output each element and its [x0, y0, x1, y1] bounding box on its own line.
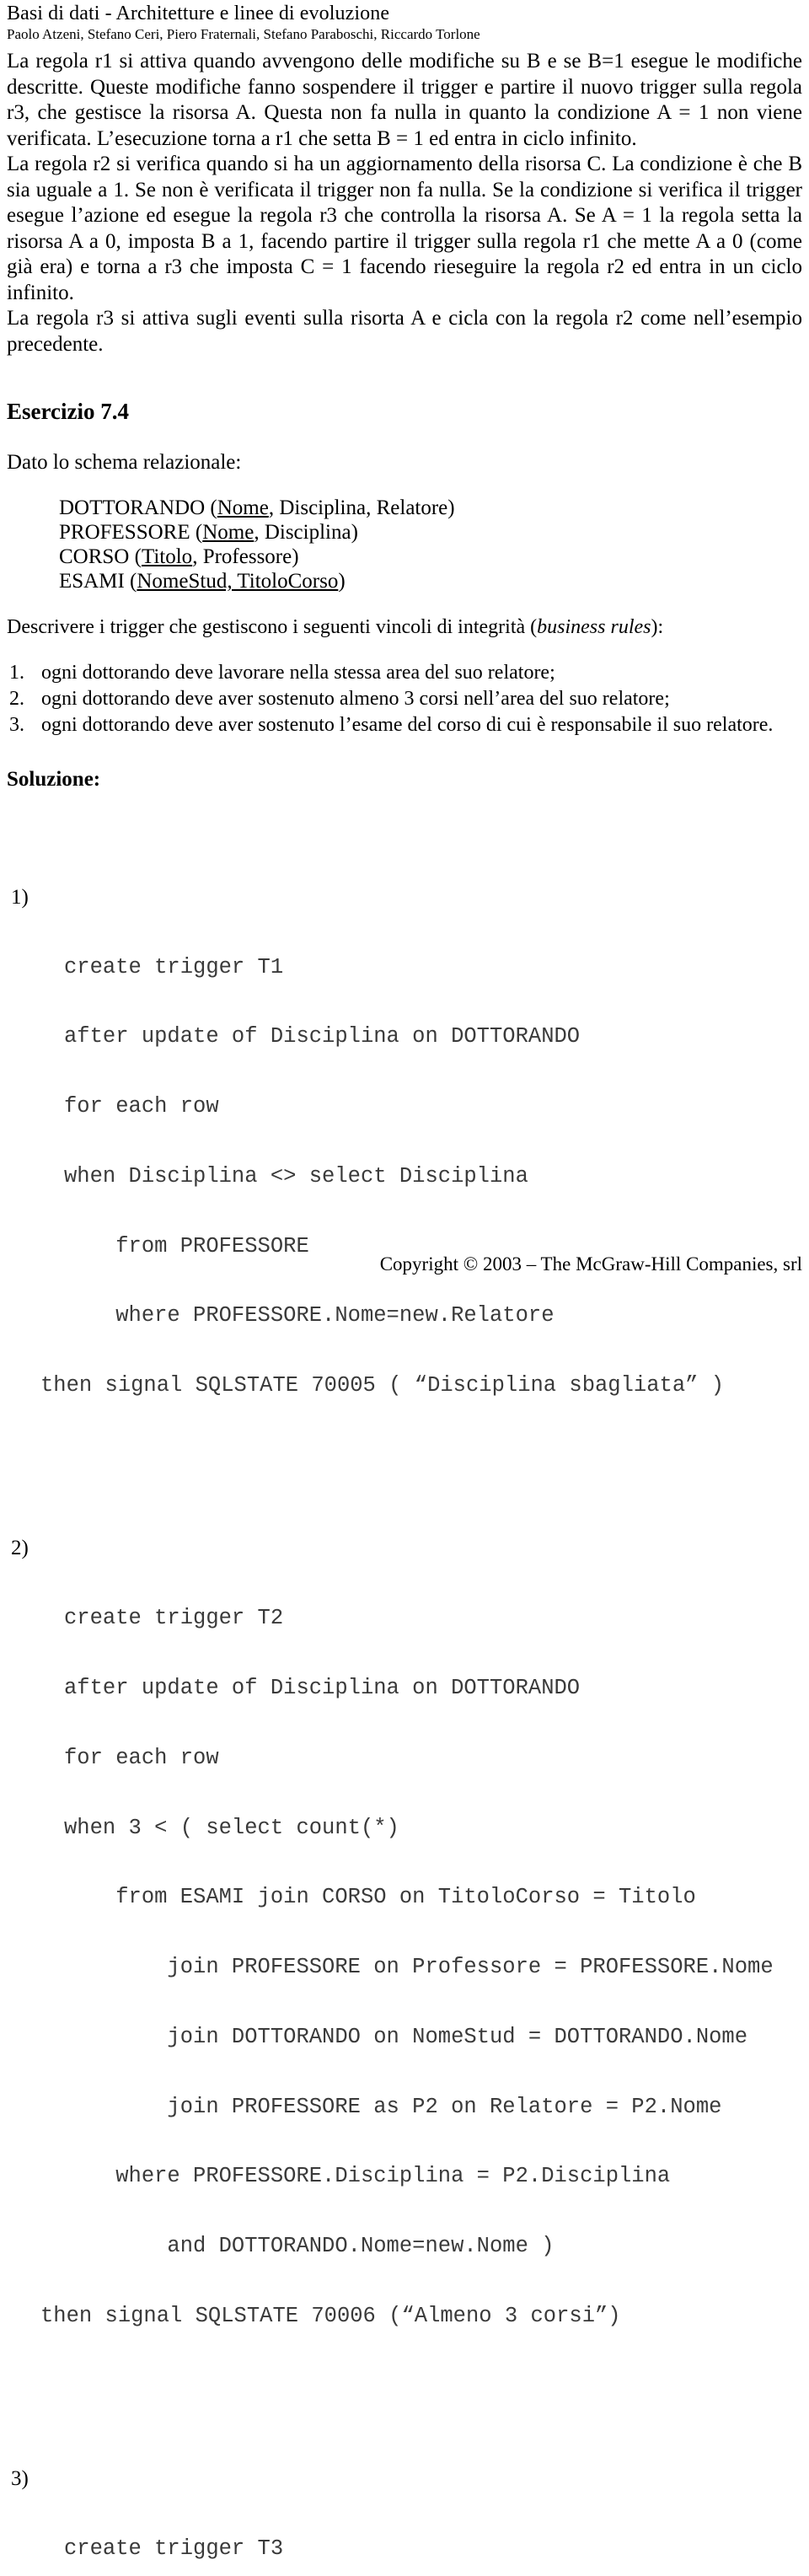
business-rules-list: 1. ogni dottorando deve lavorare nella st…	[7, 660, 802, 738]
code-line: when Disciplina <> select Disciplina	[64, 1163, 528, 1189]
list-item-number: 3.	[9, 714, 24, 736]
code-line: create trigger T1	[64, 954, 284, 979]
document-body: La regola r1 si attiva quando avvengono …	[7, 49, 802, 2576]
list-item-number: 2.	[9, 688, 24, 710]
code-line: when 3 < ( select count(*)	[64, 1815, 399, 1840]
paragraph-r3: La regola r3 si attiva sugli eventi sull…	[7, 307, 802, 356]
code-line: where PROFESSORE.Disciplina = P2.Discipl…	[64, 2164, 671, 2189]
code-line: after update of Disciplina on DOTTORANDO	[64, 1024, 581, 1049]
relation-corso: CORSO (Titolo, Professore)	[59, 545, 802, 569]
code-line: join PROFESSORE on Professore = PROFESSO…	[64, 1955, 774, 1980]
intro-emphasis: business rules	[537, 616, 651, 638]
code-block-marker: 1)	[11, 885, 29, 909]
intro-prefix: Descrivere i trigger che gestiscono i se…	[7, 616, 538, 638]
document-header: Basi di dati - Architetture e linee di e…	[7, 2, 802, 43]
document-page: Basi di dati - Architetture e linee di e…	[0, 0, 809, 2560]
list-item-text: ogni dottorando deve aver sostenuto l’es…	[41, 714, 774, 736]
relation-professore: PROFESSORE (Nome, Disciplina)	[59, 520, 802, 545]
paragraph-r2: La regola r2 si verifica quando si ha un…	[7, 153, 802, 304]
code-block-t2: 2) create trigger T2 after update of Dis…	[7, 1537, 802, 2374]
code-line: create trigger T3	[64, 2536, 284, 2561]
list-item-number: 1.	[9, 662, 24, 684]
intro-suffix: ):	[651, 616, 664, 638]
code-line: after update of Disciplina on DOTTORANDO	[64, 1675, 581, 1700]
relation-open-paren: (	[205, 496, 217, 519]
code-line: create trigger T2	[64, 1606, 284, 1631]
document-footer: Copyright © 2003 – The McGraw-Hill Compa…	[0, 1253, 802, 1276]
relation-open-paren: (	[129, 545, 142, 568]
code-line: then signal SQLSTATE 70006 (“Almeno 3 co…	[40, 2304, 621, 2328]
solution-label: Soluzione:	[7, 768, 101, 791]
list-item-text: ogni dottorando deve aver sostenuto alme…	[41, 688, 670, 710]
relational-schema-list: DOTTORANDO (Nome, Disciplina, Relatore) …	[59, 496, 802, 593]
relation-open-paren: (	[190, 521, 203, 544]
copyright-text: Copyright © 2003 – The McGraw-Hill Compa…	[379, 1253, 802, 1275]
code-block-marker: 3)	[11, 2467, 29, 2491]
relation-name: DOTTORANDO	[59, 496, 206, 519]
relation-name: PROFESSORE	[59, 521, 190, 544]
relation-key: Titolo	[141, 545, 193, 568]
code-block-t3: 3) create trigger T3	[7, 2467, 802, 2576]
relation-attributes: , Professore)	[192, 545, 299, 568]
relation-attributes: , Disciplina, Relatore)	[268, 496, 455, 519]
solution-discussion: La regola r1 si attiva quando avvengono …	[7, 49, 802, 357]
sql-solution-code: 1) create trigger T1 after update of Dis…	[7, 816, 802, 2576]
business-rules-intro: Descrivere i trigger che gestiscono i se…	[7, 615, 802, 640]
book-title: Basi di dati - Architetture e linee di e…	[7, 3, 390, 24]
list-item-text: ogni dottorando deve lavorare nella stes…	[41, 662, 555, 684]
relation-key: Nome	[217, 496, 269, 519]
code-block-marker: 2)	[11, 1537, 29, 1560]
code-line: join PROFESSORE as P2 on Relatore = P2.N…	[64, 2094, 722, 2119]
code-line: where PROFESSORE.Nome=new.Relatore	[64, 1303, 555, 1328]
list-item: 2. ogni dottorando deve aver sostenuto al…	[7, 686, 802, 712]
relation-attributes: , Disciplina)	[254, 521, 358, 544]
code-line: join DOTTORANDO on NomeStud = DOTTORANDO…	[64, 2024, 748, 2049]
paragraph-r1: La regola r1 si attiva quando avvengono …	[7, 50, 802, 150]
list-item: 3. ogni dottorando deve aver sostenuto l’…	[7, 712, 802, 738]
code-line: from ESAMI join CORSO on TitoloCorso = T…	[64, 1885, 696, 1910]
relation-open-paren: (	[124, 570, 137, 593]
relation-dottorando: DOTTORANDO (Nome, Disciplina, Relatore)	[59, 496, 802, 520]
relation-key: NomeStud, TitoloCorso	[137, 570, 339, 593]
code-line: and DOTTORANDO.Nome=new.Nome )	[64, 2234, 555, 2259]
exercise-heading: Esercizio 7.4	[7, 399, 129, 424]
book-authors: Paolo Atzeni, Stefano Ceri, Piero Frater…	[7, 26, 480, 42]
code-line: for each row	[64, 1094, 219, 1119]
code-line: for each row	[64, 1745, 219, 1770]
relation-name: ESAMI	[59, 570, 125, 593]
code-block-t1: 1) create trigger T1 after update of Dis…	[7, 886, 802, 1444]
relation-esami: ESAMI (NomeStud, TitoloCorso)	[59, 569, 802, 593]
relation-key: Nome	[202, 521, 254, 544]
code-line: then signal SQLSTATE 70005 ( “Disciplina…	[40, 1373, 725, 1398]
relation-attributes: )	[338, 570, 346, 593]
schema-lead-in: Dato lo schema relazionale:	[7, 451, 242, 474]
list-item: 1. ogni dottorando deve lavorare nella st…	[7, 660, 802, 686]
relation-name: CORSO	[59, 545, 130, 568]
